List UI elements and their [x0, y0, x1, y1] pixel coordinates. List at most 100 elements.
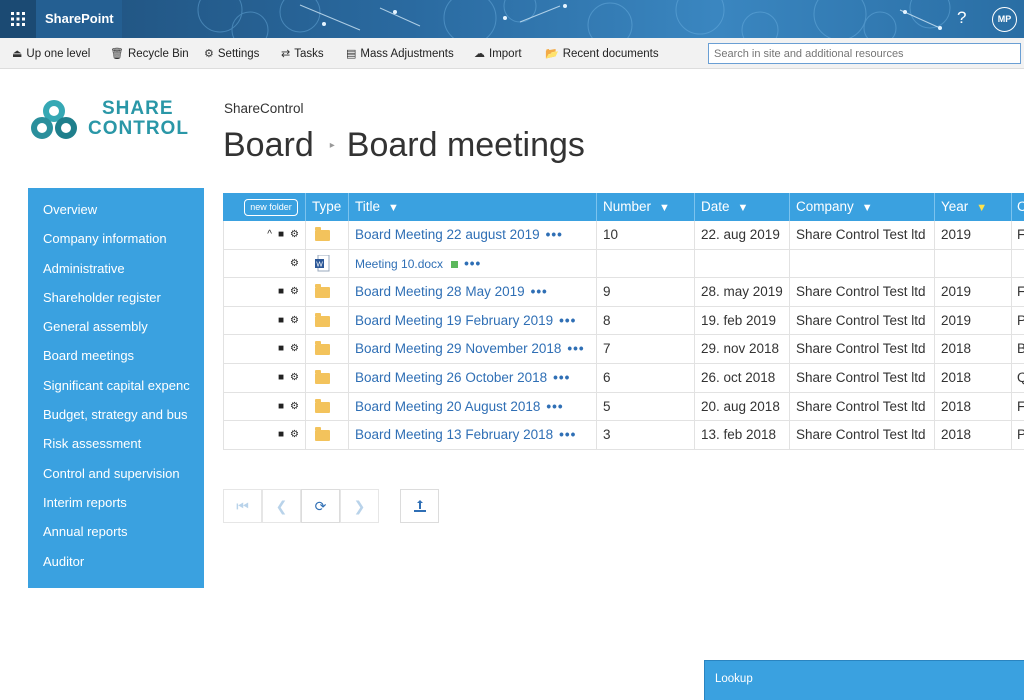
more-options-icon[interactable]: ••• — [553, 370, 570, 385]
document-link[interactable]: Meeting 10.docx — [355, 257, 443, 271]
date-cell: 19. feb 2019 — [694, 306, 790, 336]
more-options-icon[interactable]: ••• — [559, 313, 576, 328]
mass-adjustments-button[interactable]: ▤ Mass Adjustments — [346, 47, 454, 61]
collapse-icon[interactable]: ^ — [267, 229, 272, 240]
column-year[interactable]: Year ▼ — [934, 193, 1011, 221]
filter-icon[interactable]: ▼ — [388, 194, 399, 222]
sidebar-item-company-information[interactable]: Company information — [28, 229, 204, 258]
meeting-link[interactable]: Board Meeting 28 May 2019 — [355, 284, 525, 299]
table-row[interactable]: ■ ⚙ Board Meeting 26 October 2018 ••• 6 26. o… — [223, 363, 1024, 393]
import-button[interactable]: ☁ Import — [474, 47, 522, 61]
sidebar-item-annual-reports[interactable]: Annual reports — [28, 522, 204, 551]
more-options-icon[interactable]: ••• — [531, 284, 548, 299]
meeting-link[interactable]: Board Meeting 22 august 2019 — [355, 227, 540, 242]
new-folder-button[interactable]: new folder — [244, 199, 298, 216]
table-row[interactable]: ^ ■ ⚙ Board Meeting 22 august 2019 ••• 10 22. … — [223, 221, 1024, 250]
gear-icon[interactable]: ⚙ — [290, 401, 299, 412]
meeting-link[interactable]: Board Meeting 20 August 2018 — [355, 399, 540, 414]
recent-documents-button[interactable]: 📂 Recent documents — [545, 47, 659, 61]
suite-bar: SharePoint ? MP — [0, 0, 1024, 38]
site-name[interactable]: ShareControl — [224, 101, 304, 116]
tasks-button[interactable]: ⇄ Tasks — [281, 47, 324, 61]
sidebar-item-auditor[interactable]: Auditor — [28, 552, 204, 581]
folder-open-icon: 📂 — [545, 48, 559, 60]
folder-icon — [315, 227, 330, 241]
export-button[interactable] — [400, 489, 439, 523]
gear-icon[interactable]: ⚙ — [290, 315, 299, 326]
up-one-level-button[interactable]: ⏏ Up one level — [12, 47, 90, 61]
sidebar-item-significant-capital[interactable]: Significant capital expenc — [28, 376, 204, 405]
refresh-button[interactable]: ⟳ — [301, 489, 340, 523]
lookup-panel[interactable]: Lookup — [704, 660, 1024, 700]
more-options-icon[interactable]: ••• — [464, 256, 481, 271]
sidebar-item-overview[interactable]: Overview — [28, 200, 204, 229]
year-cell: 2019 — [934, 306, 1011, 336]
meeting-link[interactable]: Board Meeting 29 November 2018 — [355, 341, 561, 356]
column-title[interactable]: Title ▼ — [348, 193, 597, 221]
more-cell: P — [1011, 306, 1024, 336]
app-launcher-button[interactable] — [0, 0, 36, 38]
child-document-row[interactable]: ⚙ W Meeting 10.docx ••• — [223, 249, 1024, 279]
briefcase-icon[interactable]: ■ — [278, 315, 284, 326]
column-number[interactable]: Number ▼ — [596, 193, 694, 221]
more-options-icon[interactable]: ••• — [567, 341, 584, 356]
user-avatar[interactable]: MP — [992, 7, 1017, 32]
search-input[interactable] — [708, 43, 1021, 64]
column-company[interactable]: Company ▼ — [789, 193, 934, 221]
breadcrumb-parent[interactable]: Board — [223, 126, 314, 165]
meeting-link[interactable]: Board Meeting 26 October 2018 — [355, 370, 547, 385]
sidebar-item-interim-reports[interactable]: Interim reports — [28, 493, 204, 522]
sidebar-item-risk-assessment[interactable]: Risk assessment — [28, 434, 204, 463]
sharecontrol-logo[interactable]: SHARE CONTROL — [30, 99, 210, 143]
table-row[interactable]: ■ ⚙ Board Meeting 20 August 2018 ••• 5 20. au… — [223, 392, 1024, 422]
row-actions: ⚙ — [223, 249, 305, 279]
title-cell: Board Meeting 22 august 2019 ••• — [348, 221, 596, 250]
next-page-button[interactable]: ❯ — [340, 489, 379, 523]
more-options-icon[interactable]: ••• — [559, 427, 576, 442]
briefcase-icon[interactable]: ■ — [278, 343, 284, 354]
sidebar-item-board-meetings[interactable]: Board meetings — [28, 346, 204, 375]
briefcase-icon[interactable]: ■ — [278, 372, 284, 383]
gear-icon[interactable]: ⚙ — [290, 258, 299, 269]
sidebar-item-administrative[interactable]: Administrative — [28, 259, 204, 288]
gear-icon[interactable]: ⚙ — [290, 343, 299, 354]
filter-active-icon[interactable]: ▼ — [976, 194, 987, 222]
gear-icon[interactable]: ⚙ — [290, 372, 299, 383]
filter-icon[interactable]: ▼ — [738, 194, 749, 222]
sidebar-item-general-assembly[interactable]: General assembly — [28, 317, 204, 346]
settings-button[interactable]: ⚙ Settings — [204, 47, 259, 61]
meeting-link[interactable]: Board Meeting 19 February 2019 — [355, 313, 553, 328]
row-actions: ■ ⚙ — [223, 421, 305, 450]
sharepoint-brand-link[interactable]: SharePoint — [36, 0, 122, 38]
gear-icon[interactable]: ⚙ — [290, 429, 299, 440]
column-type[interactable]: Type — [305, 193, 348, 221]
briefcase-icon[interactable]: ■ — [278, 429, 284, 440]
help-button[interactable]: ? — [957, 8, 966, 28]
gear-icon[interactable]: ⚙ — [290, 229, 299, 240]
meeting-link[interactable]: Board Meeting 13 February 2018 — [355, 427, 553, 442]
more-options-icon[interactable]: ••• — [546, 227, 563, 242]
sidebar-item-control-supervision[interactable]: Control and supervision — [28, 464, 204, 493]
first-page-button[interactable]: ⏮ — [223, 489, 262, 523]
column-title-label: Title — [355, 199, 381, 214]
gear-icon[interactable]: ⚙ — [290, 286, 299, 297]
previous-page-button[interactable]: ❮ — [262, 489, 301, 523]
type-cell — [305, 392, 348, 422]
sidebar-item-budget-strategy[interactable]: Budget, strategy and bus — [28, 405, 204, 434]
table-row[interactable]: ■ ⚙ Board Meeting 19 February 2019 ••• 8 19. … — [223, 306, 1024, 336]
date-cell — [694, 249, 790, 279]
column-more[interactable]: C — [1011, 193, 1024, 221]
briefcase-icon[interactable]: ■ — [278, 286, 284, 297]
recycle-bin-button[interactable]: 🗑 Recycle Bin — [110, 47, 189, 61]
briefcase-icon[interactable]: ■ — [278, 229, 284, 240]
more-options-icon[interactable]: ••• — [546, 399, 563, 414]
briefcase-icon[interactable]: ■ — [278, 401, 284, 412]
table-row[interactable]: ■ ⚙ Board Meeting 13 February 2018 ••• 3 13. … — [223, 421, 1024, 450]
filter-icon[interactable]: ▼ — [659, 194, 670, 222]
column-date[interactable]: Date ▼ — [694, 193, 790, 221]
table-row[interactable]: ■ ⚙ Board Meeting 29 November 2018 ••• 7 29. … — [223, 335, 1024, 364]
sidebar-item-shareholder-register[interactable]: Shareholder register — [28, 288, 204, 317]
table-row[interactable]: ■ ⚙ Board Meeting 28 May 2019 ••• 9 28. may 2… — [223, 278, 1024, 307]
folder-icon — [315, 312, 330, 327]
filter-icon[interactable]: ▼ — [862, 194, 873, 222]
